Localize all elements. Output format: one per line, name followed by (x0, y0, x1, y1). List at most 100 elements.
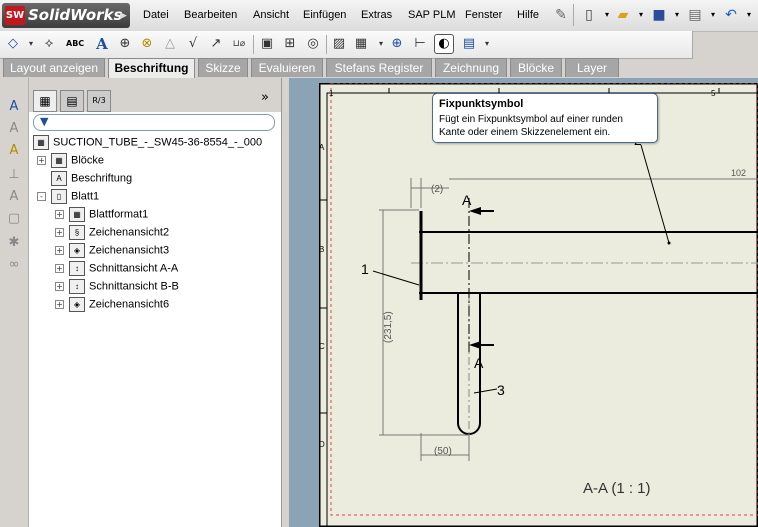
new-document-icon[interactable]: ▯ (580, 6, 598, 24)
centerline-icon[interactable]: ⊢ (411, 35, 429, 53)
tree-item[interactable]: ◈ Zeichenansicht6 (69, 297, 169, 312)
view-title[interactable]: A-A (1 : 1) (583, 480, 651, 497)
menu-sap-plm[interactable]: SAP PLM (408, 9, 456, 21)
menu-fenster[interactable]: Fenster (465, 9, 502, 21)
print-icon[interactable]: ▤ (686, 6, 704, 24)
expand-panel-icon[interactable]: » (261, 90, 269, 105)
section-label-bottom[interactable]: A (474, 355, 484, 371)
surface-finish-icon[interactable]: △ (161, 35, 179, 53)
block-icon[interactable]: ▦ (352, 35, 370, 53)
weld-symbol-icon[interactable]: √ (184, 35, 202, 53)
tree-root[interactable]: ▦ SUCTION_TUBE_-_SW45-36-8554_-_000 (33, 135, 262, 150)
expand-icon[interactable]: + (37, 156, 46, 165)
dim-right[interactable]: 102 (731, 168, 746, 178)
section-label-top[interactable]: A (462, 192, 472, 208)
drawing-canvas[interactable]: 1 5 A B C D A A (2) 102 (231,5) (50) 1 3… (289, 78, 758, 527)
row-label: D (319, 440, 325, 449)
dim-bottom[interactable]: (50) (434, 446, 452, 457)
menu-datei[interactable]: Datei (143, 9, 169, 21)
gear-tool-icon[interactable]: ✱ (5, 234, 23, 252)
fixpunkt-symbol-icon[interactable]: ◐ (434, 34, 454, 54)
dim-top[interactable]: (2) (431, 184, 443, 195)
expand-icon[interactable]: + (55, 210, 64, 219)
tab-zeichnung[interactable]: Zeichnung (435, 58, 507, 77)
tab-evaluieren[interactable]: Evaluieren (251, 58, 323, 77)
tab-layout-anzeigen[interactable]: Layout anzeigen (3, 58, 105, 77)
tree-item-label: Zeichenansicht3 (89, 244, 170, 257)
expand-icon[interactable]: + (55, 246, 64, 255)
tree-item[interactable]: ▦ Blöcke (51, 153, 104, 168)
hole-callout-icon[interactable]: ↗ (207, 35, 225, 53)
tab-beschriftung[interactable]: Beschriftung (108, 58, 195, 79)
save-dropdown-icon[interactable]: ▾ (668, 6, 686, 24)
menu-extras[interactable]: Extras (361, 9, 392, 21)
center-mark-icon[interactable]: ⊕ (388, 35, 406, 53)
property-manager-tab-icon[interactable]: ▤ (60, 90, 84, 112)
dim-tool-icon[interactable]: A (5, 188, 23, 206)
smart-dimension-icon[interactable]: ◇ (4, 35, 22, 53)
menu-ansicht[interactable]: Ansicht (253, 9, 289, 21)
note-icon[interactable]: A (93, 35, 111, 53)
auto-balloon-tool-icon[interactable]: A (5, 142, 23, 160)
menu-hilfe[interactable]: Hilfe (517, 9, 539, 21)
link-tool-icon[interactable]: ∞ (5, 256, 23, 274)
table-dropdown-icon[interactable]: ▾ (478, 35, 496, 53)
area-hatch-icon[interactable]: ▨ (330, 35, 348, 53)
tree-item[interactable]: A Beschriftung (51, 171, 132, 186)
save-icon[interactable]: ■ (650, 6, 668, 24)
balloon-3[interactable]: 3 (497, 382, 505, 398)
expand-icon[interactable]: + (55, 282, 64, 291)
note-tool-icon[interactable]: A (5, 98, 23, 116)
configuration-tab-icon[interactable]: R/3 (87, 90, 111, 112)
balloon-icon[interactable]: ⊕ (116, 35, 134, 53)
tree-item-label: Schnittansicht B-B (89, 280, 179, 293)
expand-icon[interactable]: + (55, 300, 64, 309)
model-items-icon[interactable]: ⟡ (40, 35, 58, 53)
align-tool-icon[interactable]: ⊥ (5, 166, 23, 184)
tree-item[interactable]: § Zeichenansicht2 (69, 225, 169, 240)
toolbar-separator (326, 35, 327, 54)
balloon-1[interactable]: 1 (361, 261, 369, 277)
menu-einfuegen[interactable]: Einfügen (303, 9, 346, 21)
print-dropdown-icon[interactable]: ▾ (704, 6, 722, 24)
undo-icon[interactable]: ↶ (722, 6, 740, 24)
tree-item[interactable]: ↕ Schnittansicht B-B (69, 279, 179, 294)
tree-item[interactable]: ↕ Schnittansicht A-A (69, 261, 178, 276)
row-label: C (319, 342, 325, 351)
solidworks-logo[interactable]: SW SolidWorks ▶ (2, 3, 130, 28)
lock-tool-icon[interactable]: ▢ (5, 210, 23, 228)
tab-bloecke[interactable]: Blöcke (510, 58, 562, 77)
drawing-sheet[interactable]: 1 5 A B C D A A (2) 102 (231,5) (50) 1 3… (319, 83, 758, 527)
tree-item[interactable]: ▦ Blattformat1 (69, 207, 148, 222)
feature-tree-tab-icon[interactable]: ▦ (33, 90, 57, 112)
spelling-icon[interactable]: ABC (66, 35, 84, 53)
tree-item[interactable]: ▯ Blatt1 (51, 189, 99, 204)
datum-target-icon[interactable]: ⊞ (281, 35, 299, 53)
logo-arrow-icon[interactable]: ▶ (120, 11, 127, 21)
tab-stefans-register[interactable]: Stefans Register (326, 58, 432, 77)
collapse-icon[interactable]: - (37, 192, 46, 201)
expand-icon[interactable]: + (55, 264, 64, 273)
pin-icon[interactable]: ✎ (552, 6, 570, 24)
undo-dropdown-icon[interactable]: ▾ (740, 6, 758, 24)
menu-bearbeiten[interactable]: Bearbeiten (184, 9, 237, 21)
open-dropdown-icon[interactable]: ▾ (632, 6, 650, 24)
tree-item-label: Blatt1 (71, 190, 100, 203)
sheet-border (326, 92, 758, 527)
tab-layer[interactable]: Layer (565, 58, 619, 77)
filter-input[interactable]: ▼ (33, 114, 275, 131)
dimension-dropdown-icon[interactable]: ▾ (22, 35, 40, 53)
open-folder-icon[interactable]: ▰ (614, 6, 632, 24)
tree-item[interactable]: ◈ Zeichenansicht3 (69, 243, 169, 258)
cosmetic-thread-icon[interactable]: ◎ (304, 35, 322, 53)
datum-feature-icon[interactable]: ▣ (258, 35, 276, 53)
dim-vertical[interactable]: (231,5) (383, 311, 394, 343)
auto-balloon-icon[interactable]: ⊗ (138, 35, 156, 53)
table-icon[interactable]: ▤ (460, 35, 478, 53)
feature-manager-tabs: ▦ ▤ R/3 » (29, 78, 281, 112)
balloon-tool-icon[interactable]: A (5, 120, 23, 138)
expand-icon[interactable]: + (55, 228, 64, 237)
geometric-tolerance-icon[interactable]: ⊔⌀ (230, 35, 248, 53)
tab-skizze[interactable]: Skizze (198, 58, 248, 77)
tree-item-icon: ↕ (69, 279, 85, 294)
